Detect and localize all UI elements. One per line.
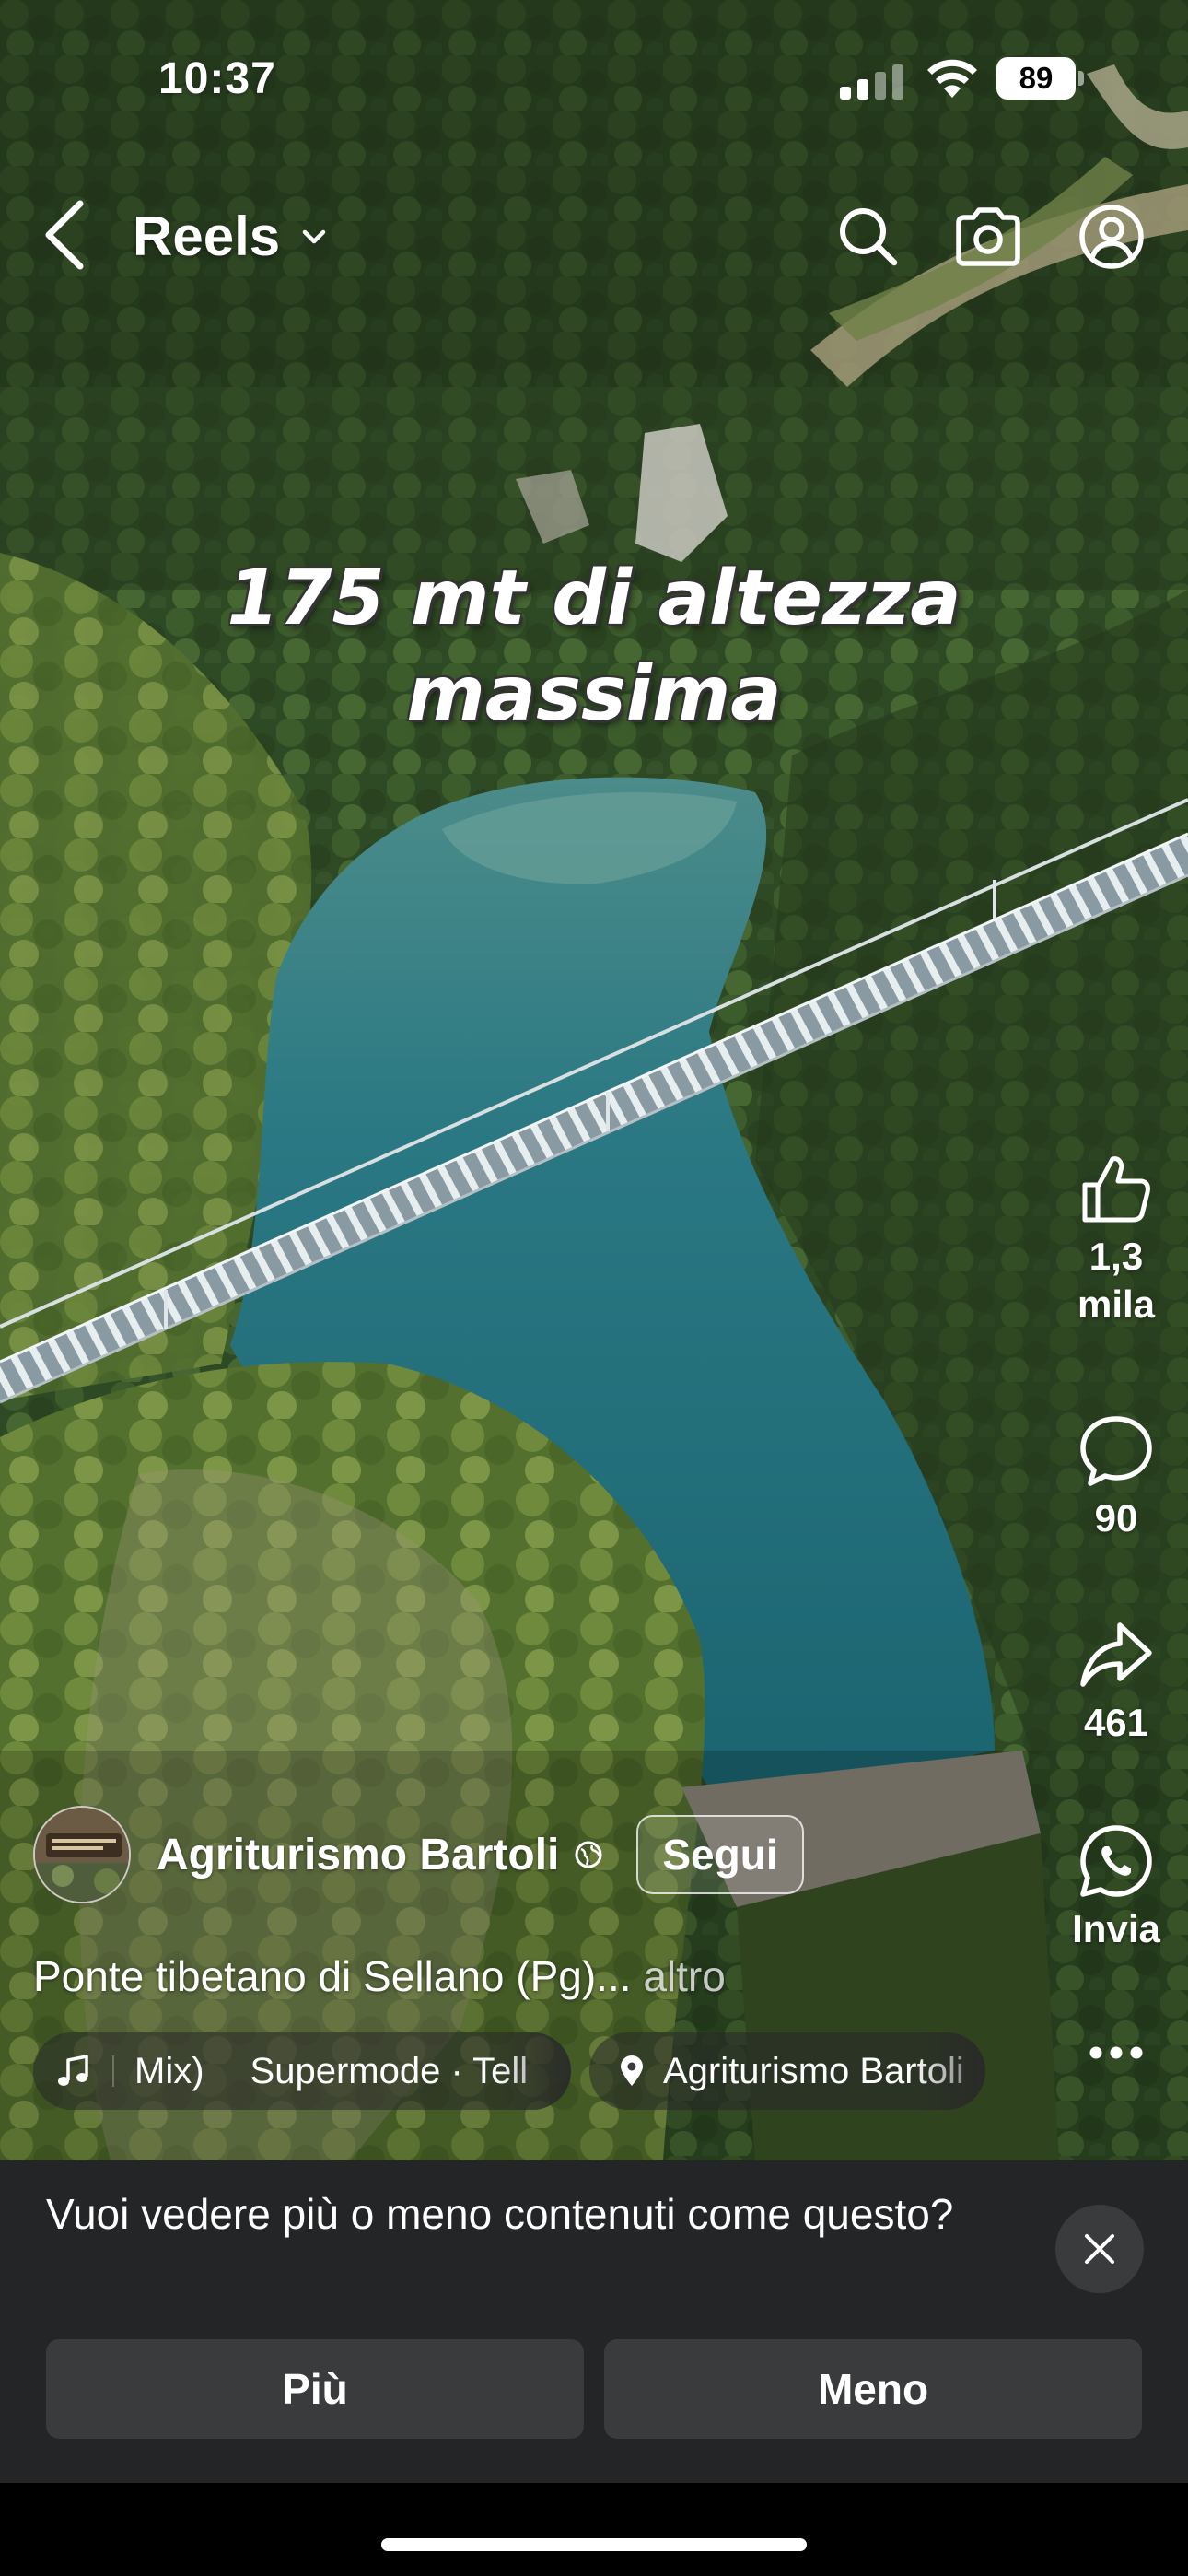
back-button[interactable] xyxy=(28,193,101,276)
cellular-signal-icon xyxy=(840,64,903,100)
avatar-image xyxy=(35,1808,129,1902)
whatsapp-send-button[interactable]: Invia xyxy=(1042,1822,1188,1953)
profile-button[interactable] xyxy=(1070,195,1153,278)
less-content-button[interactable]: Meno xyxy=(604,2339,1142,2439)
overlay-line-1: 175 mt di altezza xyxy=(227,555,961,642)
wifi-icon xyxy=(927,59,977,98)
like-count: 1,3 xyxy=(1089,1235,1144,1278)
more-options-button[interactable] xyxy=(1042,2025,1188,2077)
feedback-question: Vuoi vedere più o meno contenuti come qu… xyxy=(46,2190,954,2238)
camera-button[interactable] xyxy=(947,195,1030,278)
comment-count: 90 xyxy=(1094,1496,1138,1540)
search-icon xyxy=(840,208,898,266)
chip-separator xyxy=(112,2055,114,2087)
music-title-a: Mix) xyxy=(134,2050,204,2091)
chevron-down-icon xyxy=(302,229,326,243)
follow-button[interactable]: Segui xyxy=(636,1815,804,1894)
status-time: 10:37 xyxy=(158,54,276,103)
chip-fade xyxy=(497,2032,571,2110)
comment-icon xyxy=(1080,1416,1152,1486)
close-icon xyxy=(1085,2234,1114,2264)
whatsapp-icon xyxy=(1080,1825,1152,1897)
reels-title-dropdown[interactable]: Reels xyxy=(133,205,328,268)
search-button[interactable] xyxy=(827,195,910,278)
more-dots-icon xyxy=(1089,2046,1143,2059)
author-avatar[interactable] xyxy=(33,1806,131,1903)
comment-button[interactable]: 90 xyxy=(1042,1411,1188,1542)
status-bar: 10:37 89 xyxy=(0,0,1188,157)
home-indicator[interactable] xyxy=(381,2538,807,2551)
post-description[interactable]: Ponte tibetano di Sellano (Pg)... altro xyxy=(33,1951,726,2001)
share-arrow-icon xyxy=(1080,1622,1152,1687)
camera-icon xyxy=(956,207,1020,266)
chip-fade xyxy=(912,2032,985,2110)
music-note-icon xyxy=(58,2055,88,2086)
bottom-bar xyxy=(0,2483,1188,2576)
music-chip[interactable]: Mix) Supermode · Tell xyxy=(33,2032,571,2110)
overlay-line-2: massima xyxy=(406,650,782,738)
whatsapp-label: Invia xyxy=(1072,1907,1160,1950)
location-pin-icon xyxy=(621,2055,643,2086)
battery-indicator: 89 xyxy=(996,57,1087,100)
public-globe-icon xyxy=(575,1841,602,1868)
author-row: Agriturismo Bartoli Segui xyxy=(33,1804,804,1905)
like-button[interactable]: 1,3 mila xyxy=(1042,1150,1188,1329)
reels-title: Reels xyxy=(133,205,281,267)
battery-level: 89 xyxy=(996,57,1076,100)
description-text: Ponte tibetano di Sellano (Pg)... xyxy=(33,1952,632,2000)
share-count: 461 xyxy=(1083,1701,1149,1744)
profile-icon xyxy=(1079,205,1144,269)
more-content-button[interactable]: Più xyxy=(46,2339,584,2439)
music-title-b: Supermode · Tell xyxy=(250,2050,529,2091)
share-button[interactable]: 461 xyxy=(1042,1616,1188,1747)
author-name[interactable]: Agriturismo Bartoli xyxy=(157,1830,559,1880)
close-feedback-button[interactable] xyxy=(1055,2205,1144,2293)
back-icon xyxy=(45,200,84,270)
battery-tip xyxy=(1078,71,1084,86)
reels-header: Reels xyxy=(0,184,1188,286)
content-feedback-panel: Vuoi vedere più o meno contenuti come qu… xyxy=(0,2160,1188,2483)
video-text-overlay: 175 mt di altezza massima xyxy=(0,551,1188,743)
see-more-link[interactable]: altro xyxy=(643,1952,725,2000)
thumbs-up-icon xyxy=(1082,1156,1150,1223)
like-count-unit: mila xyxy=(1077,1282,1156,1326)
location-chip[interactable]: Agriturismo Bartoli xyxy=(589,2032,985,2110)
